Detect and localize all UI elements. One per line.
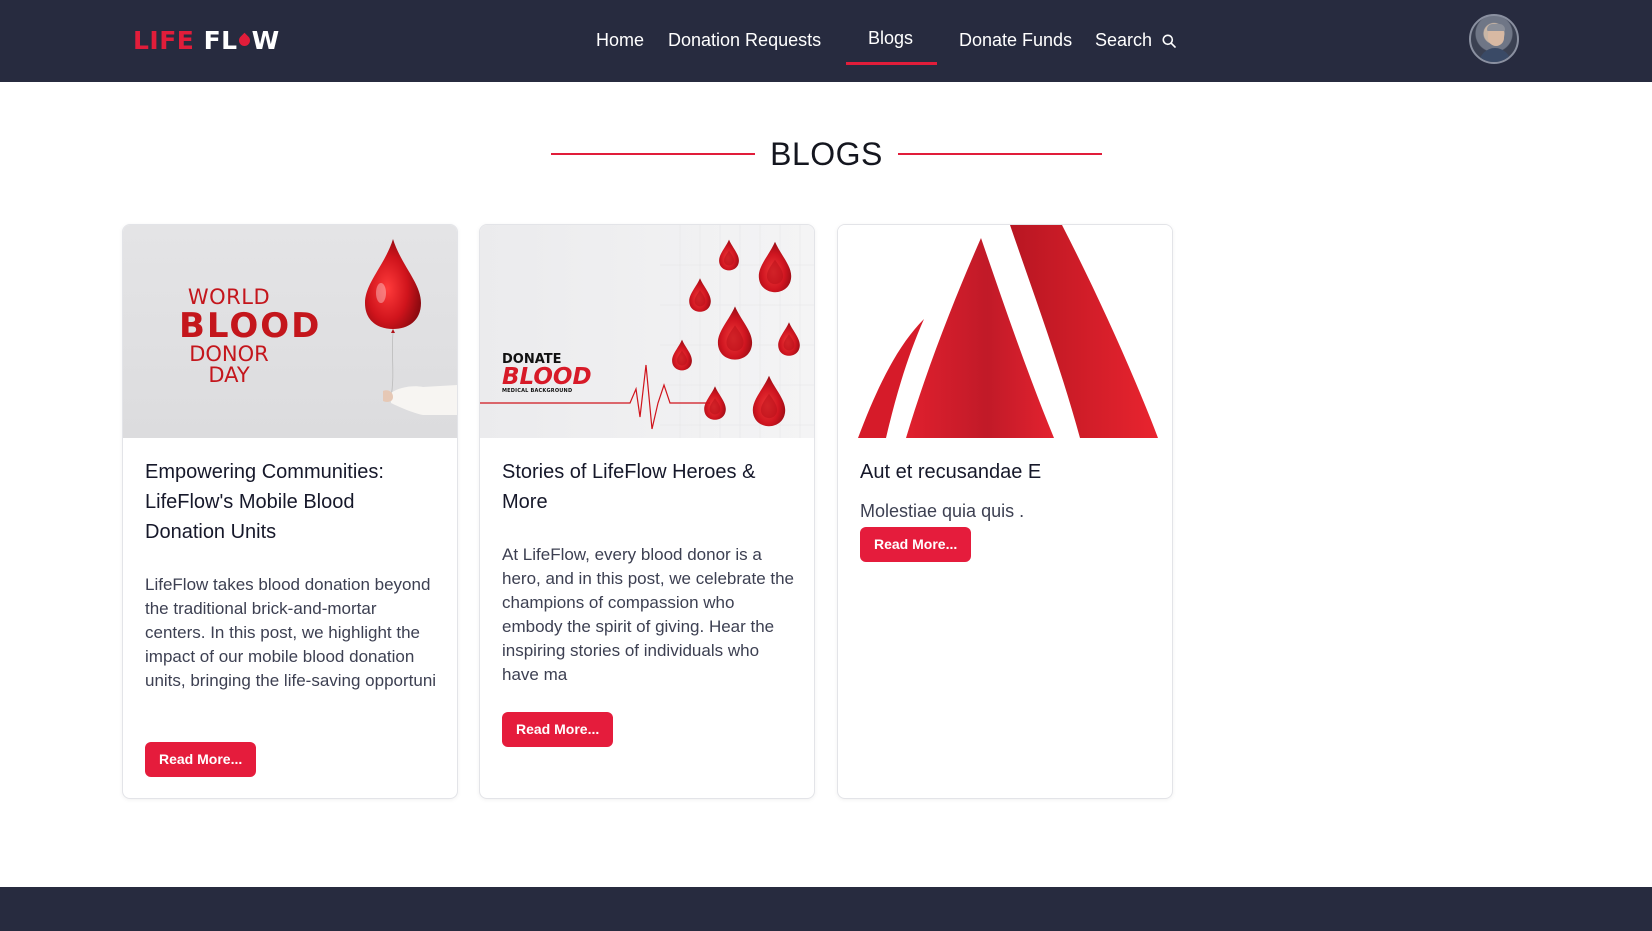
page-footer	[0, 887, 1652, 931]
blog-card-title[interactable]: Stories of LifeFlow Heroes & More	[502, 457, 792, 517]
nav-donation-requests-link[interactable]: Donation Requests	[668, 27, 821, 53]
blood-balloon-illustration	[365, 239, 457, 415]
lifeflow-logo[interactable]: LIFE FL W	[133, 26, 280, 56]
blog-card: Aut et recusandae E Molestiae quia quis …	[837, 224, 1173, 799]
read-more-button[interactable]: Read More...	[145, 742, 257, 777]
blog-card-image: WORLD BLOOD DONOR DAY	[123, 225, 457, 438]
nav-home-link[interactable]: Home	[596, 27, 644, 53]
nav-donate-funds-link[interactable]: Donate Funds	[959, 27, 1072, 53]
blog-card-image	[838, 225, 1172, 438]
heading-divider-left	[551, 153, 755, 155]
read-more-button[interactable]: Read More...	[502, 712, 614, 747]
search-icon[interactable]	[1162, 34, 1176, 48]
red-triangles-illustration	[858, 225, 1158, 438]
image-caption: DONATE BLOOD MEDICAL BACKGROUND	[502, 352, 592, 394]
blog-card-description: LifeFlow takes blood donation beyond the…	[145, 575, 437, 690]
user-avatar[interactable]	[1469, 14, 1519, 64]
blog-card: DONATE BLOOD MEDICAL BACKGROUND Stories …	[479, 224, 815, 799]
page-title: BLOGS	[770, 136, 883, 172]
blood-drop-icon	[236, 32, 252, 49]
blog-card: WORLD BLOOD DONOR DAY Empowering Communi…	[122, 224, 458, 799]
active-tab-indicator	[846, 62, 937, 65]
blog-card-description: Molestiae quia quis .	[860, 501, 1025, 521]
heading-divider-right	[898, 153, 1102, 155]
nav-blogs-link[interactable]: Blogs	[868, 25, 913, 51]
blogs-section-heading: BLOGS	[0, 134, 1652, 174]
nav-search-link[interactable]: Search	[1095, 27, 1152, 53]
blog-card-description: At LifeFlow, every blood donor is a hero…	[502, 545, 795, 684]
blog-card-title[interactable]: Empowering Communities: LifeFlow's Mobil…	[145, 457, 435, 547]
read-more-button[interactable]: Read More...	[860, 527, 972, 562]
blog-card-title[interactable]: Aut et recusandae E	[860, 457, 1150, 487]
top-navbar: LIFE FL W Home Donation Requests Blogs Do…	[0, 0, 1652, 82]
blood-drops-illustration	[480, 225, 814, 438]
blog-card-image: DONATE BLOOD MEDICAL BACKGROUND	[480, 225, 814, 438]
